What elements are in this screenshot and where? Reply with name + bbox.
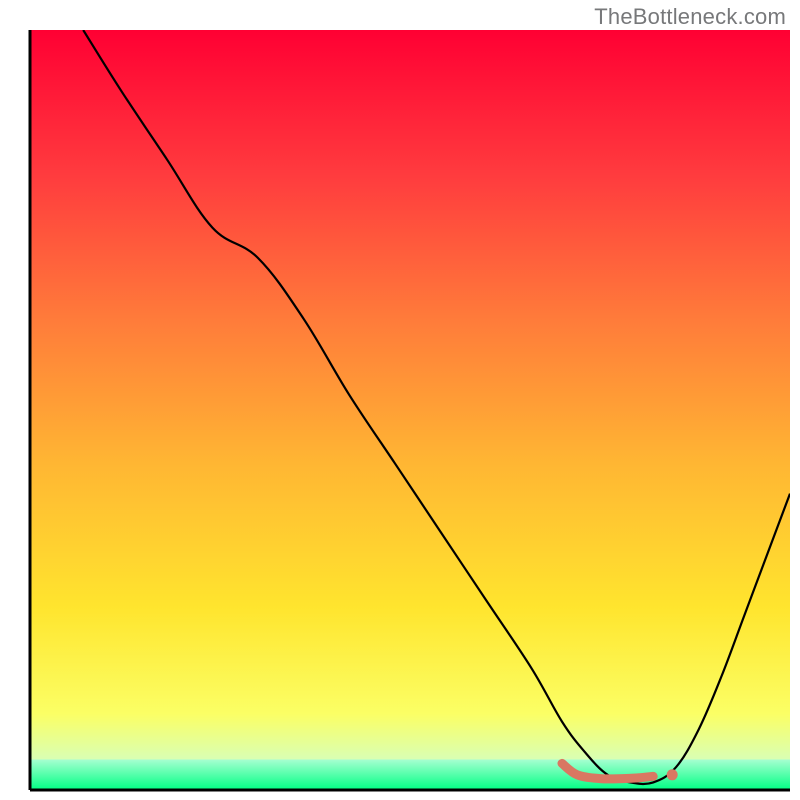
chart-svg [0, 0, 800, 800]
bottleneck-chart: TheBottleneck.com [0, 0, 800, 800]
highlight-dot-icon [667, 769, 678, 780]
gradient-background [30, 30, 790, 790]
watermark-label: TheBottleneck.com [594, 4, 786, 30]
